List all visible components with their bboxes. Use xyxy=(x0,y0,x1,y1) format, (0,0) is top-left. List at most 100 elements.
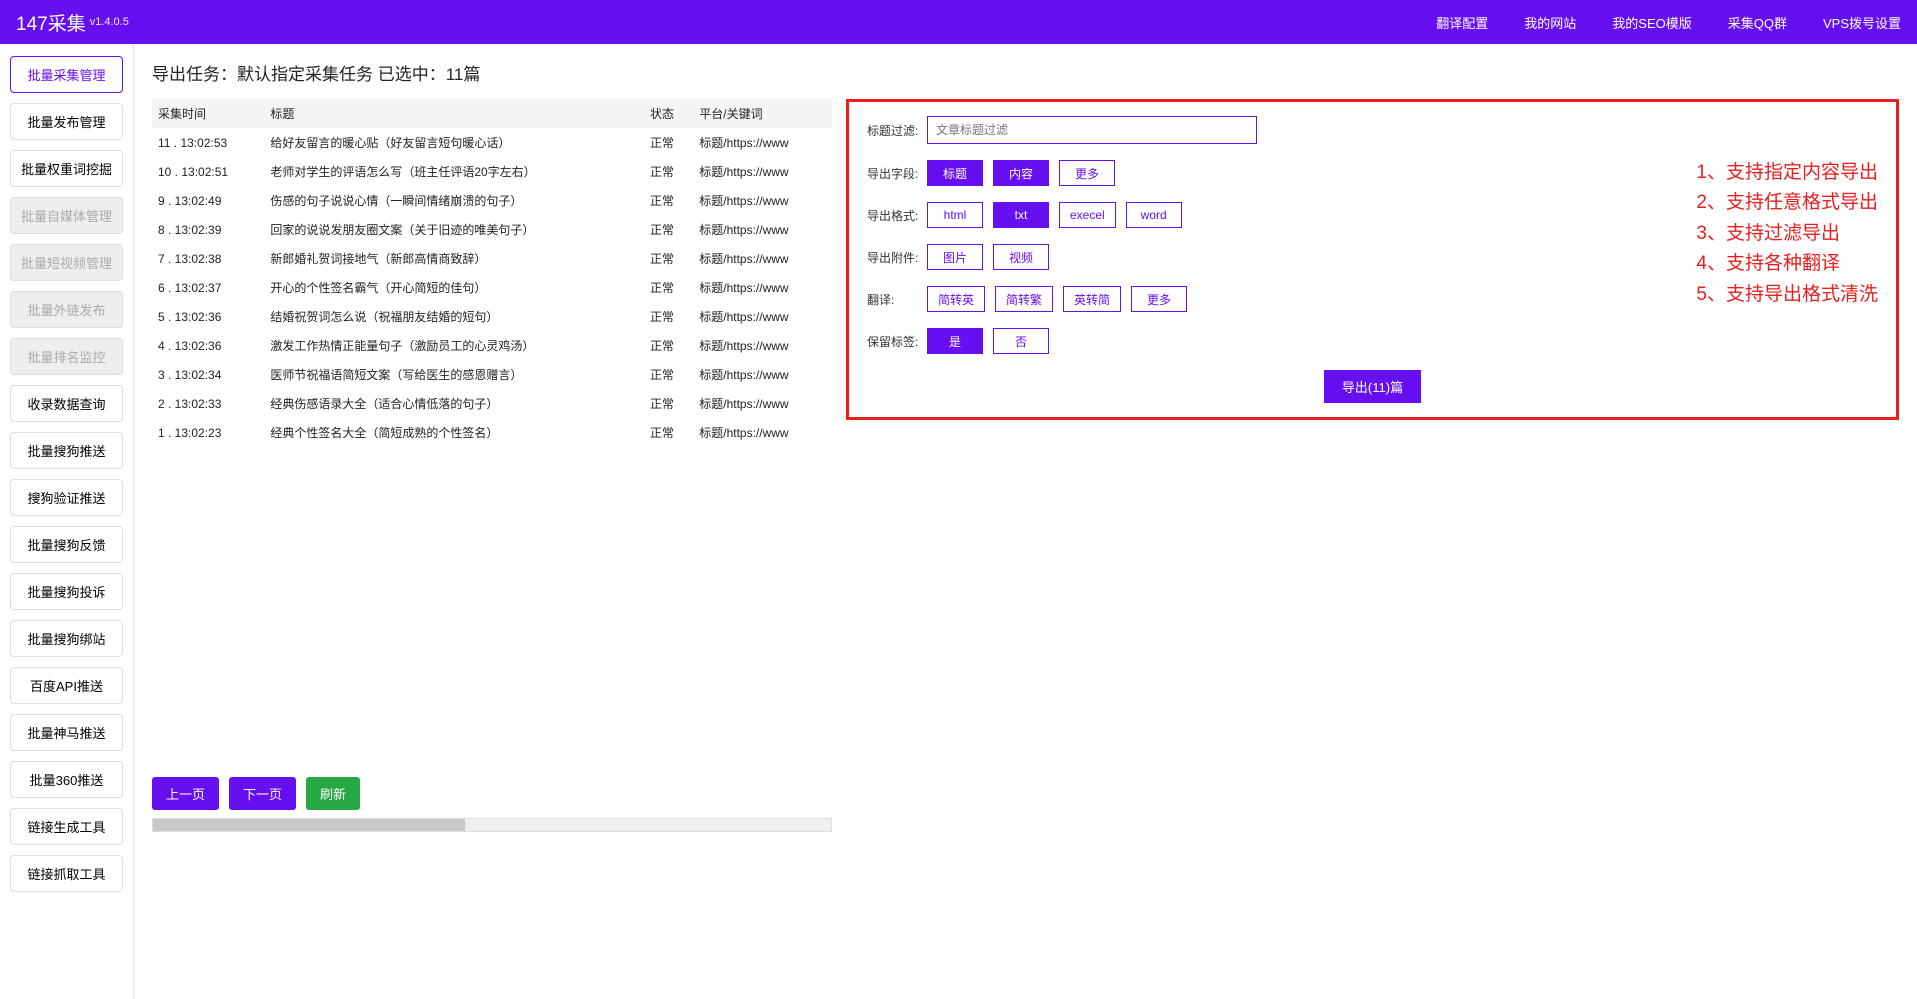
cell-status: 正常 xyxy=(644,302,693,331)
format-label: 导出格式: xyxy=(867,207,927,224)
cell-time: 10 . 13:02:51 xyxy=(152,157,264,186)
prev-page-button[interactable]: 上一页 xyxy=(152,777,219,810)
cell-status: 正常 xyxy=(644,418,693,447)
trans-more-btn[interactable]: 更多 xyxy=(1131,286,1187,312)
sidebar-item: 批量外链发布 xyxy=(10,291,123,328)
sidebar-item[interactable]: 批量神马推送 xyxy=(10,714,123,751)
main-content: 导出任务：默认指定采集任务 已选中：11篇 采集时间 标题 状态 平台/关键词 … xyxy=(134,44,1917,999)
table-row[interactable]: 8 . 13:02:39回家的说说发朋友圈文案（关于旧迹的唯美句子）正常标题/h… xyxy=(152,215,832,244)
nav-vps-dial[interactable]: VPS拨号设置 xyxy=(1823,13,1901,32)
table-row[interactable]: 3 . 13:02:34医师节祝福语简短文案（写给医生的感恩赠言）正常标题/ht… xyxy=(152,360,832,389)
table-row[interactable]: 4 . 13:02:36激发工作热情正能量句子（激励员工的心灵鸡汤）正常标题/h… xyxy=(152,331,832,360)
field-more-btn[interactable]: 更多 xyxy=(1059,160,1115,186)
cell-platform: 标题/https://www xyxy=(693,215,832,244)
table-row[interactable]: 5 . 13:02:36结婚祝贺词怎么说（祝福朋友结婚的短句）正常标题/http… xyxy=(152,302,832,331)
feature-item: 1、支持指定内容导出 xyxy=(1696,158,1878,188)
att-label: 导出附件: xyxy=(867,249,927,266)
format-excel-btn[interactable]: execel xyxy=(1059,202,1116,228)
trans-s2t-btn[interactable]: 简转繁 xyxy=(995,286,1053,312)
cell-platform: 标题/https://www xyxy=(693,389,832,418)
sidebar-item[interactable]: 百度API推送 xyxy=(10,667,123,704)
sidebar-item[interactable]: 批量360推送 xyxy=(10,761,123,798)
sidebar-item: 批量自媒体管理 xyxy=(10,197,123,234)
sidebar-item[interactable]: 批量搜狗投诉 xyxy=(10,573,123,610)
sidebar-item[interactable]: 搜狗验证推送 xyxy=(10,479,123,516)
cell-time: 7 . 13:02:38 xyxy=(152,244,264,273)
horizontal-scrollbar[interactable] xyxy=(152,818,832,832)
cell-platform: 标题/https://www xyxy=(693,244,832,273)
nav-translate-config[interactable]: 翻译配置 xyxy=(1436,13,1488,32)
task-table-wrap: 采集时间 标题 状态 平台/关键词 11 . 13:02:53给好友留言的暖心贴… xyxy=(152,99,832,447)
cell-time: 3 . 13:02:34 xyxy=(152,360,264,389)
table-row[interactable]: 11 . 13:02:53给好友留言的暖心贴（好友留言短句暖心话）正常标题/ht… xyxy=(152,128,832,157)
table-row[interactable]: 7 . 13:02:38新郎婚礼贺词接地气（新郎高情商致辞）正常标题/https… xyxy=(152,244,832,273)
keep-label: 保留标签: xyxy=(867,333,927,350)
left-sidebar: 批量采集管理批量发布管理批量权重词挖掘批量自媒体管理批量短视频管理批量外链发布批… xyxy=(0,44,134,999)
att-video-btn[interactable]: 视频 xyxy=(993,244,1049,270)
nav-qq-group[interactable]: 采集QQ群 xyxy=(1728,13,1787,32)
sidebar-item[interactable]: 批量搜狗反馈 xyxy=(10,526,123,563)
format-html-btn[interactable]: html xyxy=(927,202,983,228)
top-nav: 翻译配置 我的网站 我的SEO模版 采集QQ群 VPS拨号设置 xyxy=(1436,13,1901,32)
sidebar-item[interactable]: 收录数据查询 xyxy=(10,385,123,422)
format-word-btn[interactable]: word xyxy=(1126,202,1182,228)
sidebar-item[interactable]: 批量搜狗绑站 xyxy=(10,620,123,657)
cell-title: 伤感的句子说说心情（一瞬间情绪崩溃的句子） xyxy=(264,186,644,215)
nav-my-site[interactable]: 我的网站 xyxy=(1524,13,1576,32)
filter-label: 标题过滤: xyxy=(867,122,927,139)
title-filter-input[interactable] xyxy=(927,116,1257,144)
cell-status: 正常 xyxy=(644,360,693,389)
sidebar-item[interactable]: 批量发布管理 xyxy=(10,103,123,140)
keep-yes-btn[interactable]: 是 xyxy=(927,328,983,354)
app-header: 147采集 v1.4.0.5 翻译配置 我的网站 我的SEO模版 采集QQ群 V… xyxy=(0,0,1917,44)
field-title-btn[interactable]: 标题 xyxy=(927,160,983,186)
cell-status: 正常 xyxy=(644,273,693,302)
cell-title: 激发工作热情正能量句子（激励员工的心灵鸡汤） xyxy=(264,331,644,360)
sidebar-item[interactable]: 批量权重词挖掘 xyxy=(10,150,123,187)
pagination-bar: 上一页 下一页 刷新 xyxy=(152,777,1899,810)
att-image-btn[interactable]: 图片 xyxy=(927,244,983,270)
sidebar-item[interactable]: 批量采集管理 xyxy=(10,56,123,93)
feature-item: 4、支持各种翻译 xyxy=(1696,249,1878,279)
trans-e2s-btn[interactable]: 英转简 xyxy=(1063,286,1121,312)
table-row[interactable]: 10 . 13:02:51老师对学生的评语怎么写（班主任评语20字左右）正常标题… xyxy=(152,157,832,186)
table-row[interactable]: 6 . 13:02:37开心的个性签名霸气（开心简短的佳句）正常标题/https… xyxy=(152,273,832,302)
field-label: 导出字段: xyxy=(867,165,927,182)
cell-time: 8 . 13:02:39 xyxy=(152,215,264,244)
cell-platform: 标题/https://www xyxy=(693,331,832,360)
cell-time: 9 . 13:02:49 xyxy=(152,186,264,215)
cell-time: 1 . 13:02:23 xyxy=(152,418,264,447)
sidebar-item[interactable]: 批量搜狗推送 xyxy=(10,432,123,469)
next-page-button[interactable]: 下一页 xyxy=(229,777,296,810)
cell-time: 6 . 13:02:37 xyxy=(152,273,264,302)
col-time: 采集时间 xyxy=(152,99,264,128)
cell-platform: 标题/https://www xyxy=(693,157,832,186)
keep-no-btn[interactable]: 否 xyxy=(993,328,1049,354)
nav-seo-template[interactable]: 我的SEO模版 xyxy=(1612,13,1691,32)
table-row[interactable]: 2 . 13:02:33经典伤感语录大全（适合心情低落的句子）正常标题/http… xyxy=(152,389,832,418)
cell-platform: 标题/https://www xyxy=(693,302,832,331)
export-panel: 标题过滤: 导出字段: 标题 内容 更多 导出格式: h xyxy=(846,99,1899,420)
table-row[interactable]: 1 . 13:02:23经典个性签名大全（简短成熟的个性签名）正常标题/http… xyxy=(152,418,832,447)
cell-platform: 标题/https://www xyxy=(693,418,832,447)
cell-platform: 标题/https://www xyxy=(693,273,832,302)
field-content-btn[interactable]: 内容 xyxy=(993,160,1049,186)
scrollbar-thumb[interactable] xyxy=(153,819,465,831)
cell-title: 开心的个性签名霸气（开心简短的佳句） xyxy=(264,273,644,302)
app-version: v1.4.0.5 xyxy=(90,16,129,28)
cell-title: 新郎婚礼贺词接地气（新郎高情商致辞） xyxy=(264,244,644,273)
sidebar-item[interactable]: 链接抓取工具 xyxy=(10,855,123,892)
cell-status: 正常 xyxy=(644,128,693,157)
sidebar-item: 批量短视频管理 xyxy=(10,244,123,281)
sidebar-item[interactable]: 链接生成工具 xyxy=(10,808,123,845)
table-row[interactable]: 9 . 13:02:49伤感的句子说说心情（一瞬间情绪崩溃的句子）正常标题/ht… xyxy=(152,186,832,215)
format-txt-btn[interactable]: txt xyxy=(993,202,1049,228)
cell-time: 5 . 13:02:36 xyxy=(152,302,264,331)
cell-status: 正常 xyxy=(644,389,693,418)
cell-title: 回家的说说发朋友圈文案（关于旧迹的唯美句子） xyxy=(264,215,644,244)
export-button[interactable]: 导出(11)篇 xyxy=(1324,370,1421,403)
cell-title: 经典伤感语录大全（适合心情低落的句子） xyxy=(264,389,644,418)
feature-list: 1、支持指定内容导出2、支持任意格式导出3、支持过滤导出4、支持各种翻译5、支持… xyxy=(1696,158,1878,310)
refresh-button[interactable]: 刷新 xyxy=(306,777,360,810)
trans-s2e-btn[interactable]: 简转英 xyxy=(927,286,985,312)
